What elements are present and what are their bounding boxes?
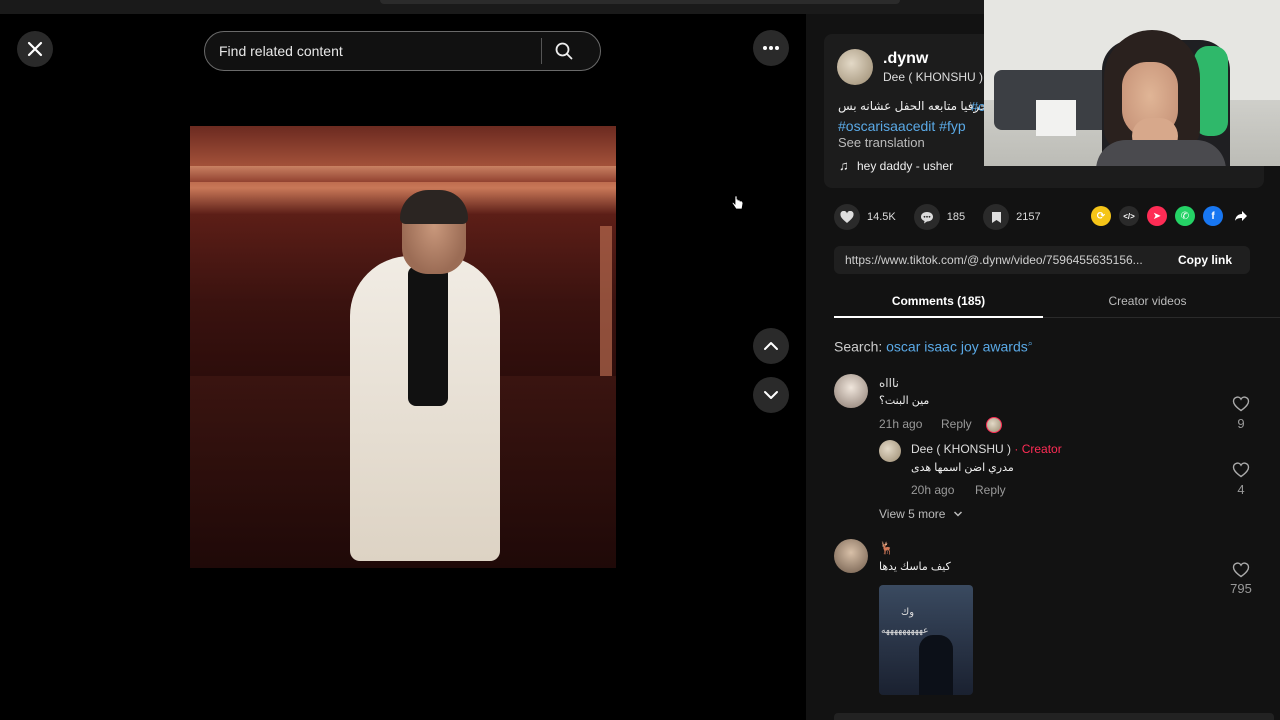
bookmark-icon	[991, 211, 1001, 223]
creator-badge: Creator	[1021, 442, 1062, 456]
save-button[interactable]	[983, 204, 1010, 230]
close-icon	[27, 41, 43, 57]
webcam-overlay	[984, 0, 1280, 166]
video-rail	[190, 166, 616, 182]
save-count: 2157	[1016, 211, 1041, 223]
reply-like-count: 4	[1237, 482, 1245, 497]
music-note-icon: ♫	[839, 158, 849, 173]
whatsapp-icon[interactable]: ✆	[1175, 206, 1195, 226]
comment-image-text: وك	[901, 607, 915, 618]
top-pill	[380, 0, 900, 4]
comment-author[interactable]: ناااه	[879, 376, 899, 390]
search-icon	[555, 42, 573, 60]
comment-avatar[interactable]	[834, 374, 868, 408]
related-search-bar[interactable]	[204, 31, 601, 71]
chevron-up-icon	[764, 342, 778, 350]
panel-tabs: Comments (185) Creator videos	[834, 288, 1280, 318]
heart-outline-icon[interactable]	[1232, 561, 1250, 579]
comment-count: 185	[946, 211, 966, 223]
tab-creator-videos[interactable]: Creator videos	[1043, 288, 1252, 318]
search-suggestion-prefix: Search:	[834, 338, 887, 355]
chevron-down-icon	[764, 391, 778, 399]
like-count: 14.5K	[867, 211, 896, 223]
more-options-button[interactable]	[753, 30, 789, 66]
heart-outline-icon[interactable]	[1232, 395, 1250, 413]
reply-reply-button[interactable]: Reply	[975, 483, 1006, 497]
view-more-replies-button[interactable]: View 5 more	[879, 507, 963, 521]
next-video-button[interactable]	[753, 377, 789, 413]
search-suggestion-icon: ⌕	[1027, 338, 1033, 348]
tab-comments[interactable]: Comments (185)	[834, 288, 1043, 318]
video-frame[interactable]	[190, 14, 616, 720]
music-title[interactable]: hey daddy - usher	[857, 159, 953, 173]
comment-button[interactable]	[913, 204, 940, 230]
comment-like-count: 795	[1230, 581, 1252, 596]
close-button[interactable]	[17, 31, 53, 67]
action-row: 14.5K 185 2157	[834, 203, 1051, 231]
search-suggestion-keyword[interactable]: oscar isaac joy awards	[886, 339, 1028, 355]
save-action[interactable]: 2157	[983, 204, 1041, 230]
comment-time: 21h ago	[879, 417, 923, 431]
like-button[interactable]	[834, 204, 860, 230]
search-button[interactable]	[542, 32, 586, 70]
reply-avatar[interactable]	[879, 440, 901, 462]
reply-time: 20h ago	[911, 483, 955, 497]
video-person-hair	[400, 190, 468, 224]
reply-author[interactable]: Dee ( KHONSHU ) · Creator	[911, 442, 1062, 456]
previous-video-button[interactable]	[753, 328, 789, 364]
comment-image[interactable]: وك عهههههههههه	[879, 585, 973, 695]
wolf-silhouette	[919, 635, 953, 695]
reply-separator: ·	[1011, 442, 1022, 456]
mouse-cursor-icon	[731, 195, 744, 210]
post-hashtags[interactable]: #oscarisaacedit #fyp	[838, 118, 966, 134]
comment-like-count: 9	[1237, 416, 1245, 431]
embed-icon[interactable]: </>	[1119, 206, 1139, 226]
related-search-input[interactable]	[205, 43, 541, 59]
author-username[interactable]: .dynw	[883, 50, 928, 68]
share-link-box: https://www.tiktok.com/@.dynw/video/7596…	[834, 246, 1250, 274]
comment-text: كيف ماسك يدها	[879, 561, 951, 573]
comment-text: مين البنت؟	[879, 395, 930, 407]
webcam-person-shirt	[1096, 140, 1226, 166]
send-icon[interactable]: ➤	[1147, 206, 1167, 226]
see-translation-link[interactable]: See translation	[838, 135, 925, 150]
chevron-down-icon	[953, 511, 962, 517]
comment-avatar[interactable]	[834, 539, 868, 573]
copy-link-button[interactable]: Copy link	[1178, 253, 1232, 267]
facebook-icon[interactable]: f	[1203, 206, 1223, 226]
repost-icon[interactable]: ⟳	[1091, 206, 1111, 226]
heart-icon	[840, 210, 854, 223]
video-person-shirt	[408, 266, 448, 406]
reply-text: مدري اضن اسمها هدى	[911, 462, 1014, 474]
comment-author[interactable]: 🦌	[879, 541, 894, 555]
creator-liked-avatar	[986, 417, 1002, 433]
share-link-text[interactable]: https://www.tiktok.com/@.dynw/video/7596…	[834, 253, 1164, 267]
view-more-label: View 5 more	[879, 507, 946, 521]
author-avatar[interactable]	[837, 49, 873, 85]
heart-outline-icon[interactable]	[1232, 461, 1250, 479]
author-nickname: Dee ( KHONSHU )	[883, 70, 984, 84]
reply-author-name[interactable]: Dee ( KHONSHU )	[911, 442, 1011, 456]
share-row: ⟳ </> ➤ ✆ f	[1091, 206, 1259, 226]
webcam-table	[1036, 100, 1076, 136]
more-dots-icon	[763, 46, 779, 50]
comment-bubble-icon	[920, 211, 933, 223]
comment-action[interactable]: 185	[913, 204, 966, 230]
share-arrow-icon[interactable]	[1231, 206, 1251, 226]
video-still	[190, 126, 616, 568]
post-description-arabic: حرفيا متابعه الحفل عشانه بس	[838, 99, 988, 113]
comment-input-bar[interactable]	[834, 713, 1274, 720]
search-suggestion[interactable]: Search: oscar isaac joy awards⌕	[834, 338, 1033, 355]
comment-image-text: عهههههههههه	[881, 625, 929, 635]
comment-reply-button[interactable]: Reply	[941, 417, 972, 431]
like-action[interactable]: 14.5K	[834, 204, 896, 230]
